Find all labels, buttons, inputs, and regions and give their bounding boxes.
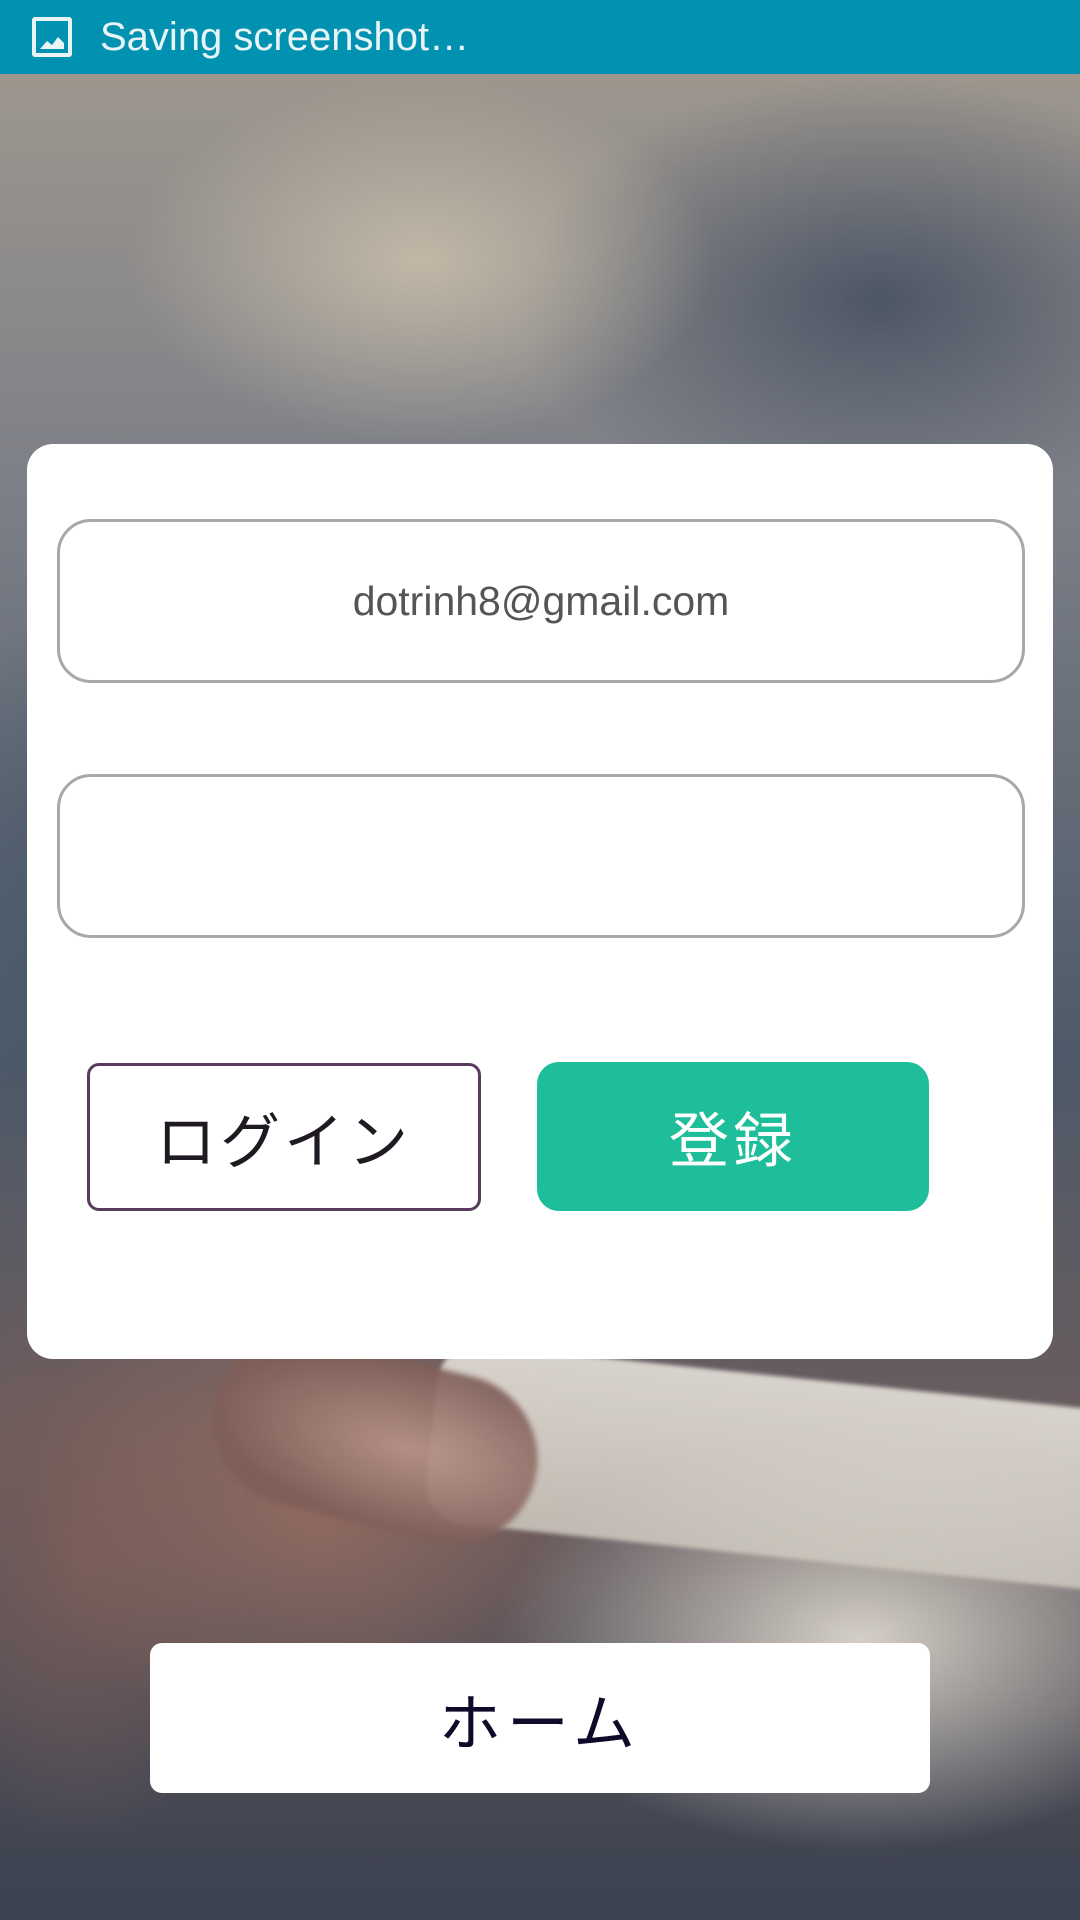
email-input[interactable]	[60, 576, 1022, 626]
register-button[interactable]: 登録	[537, 1062, 929, 1211]
login-button[interactable]: ログイン	[87, 1063, 481, 1211]
login-card: ログイン 登録	[27, 444, 1053, 1359]
password-input[interactable]	[60, 831, 1022, 881]
status-notification-text: Saving screenshot…	[100, 14, 470, 59]
status-bar: Saving screenshot…	[0, 0, 1080, 74]
home-button[interactable]: ホーム	[150, 1643, 930, 1793]
email-field[interactable]	[57, 519, 1025, 683]
image-icon	[32, 17, 72, 57]
password-field[interactable]	[57, 774, 1025, 938]
